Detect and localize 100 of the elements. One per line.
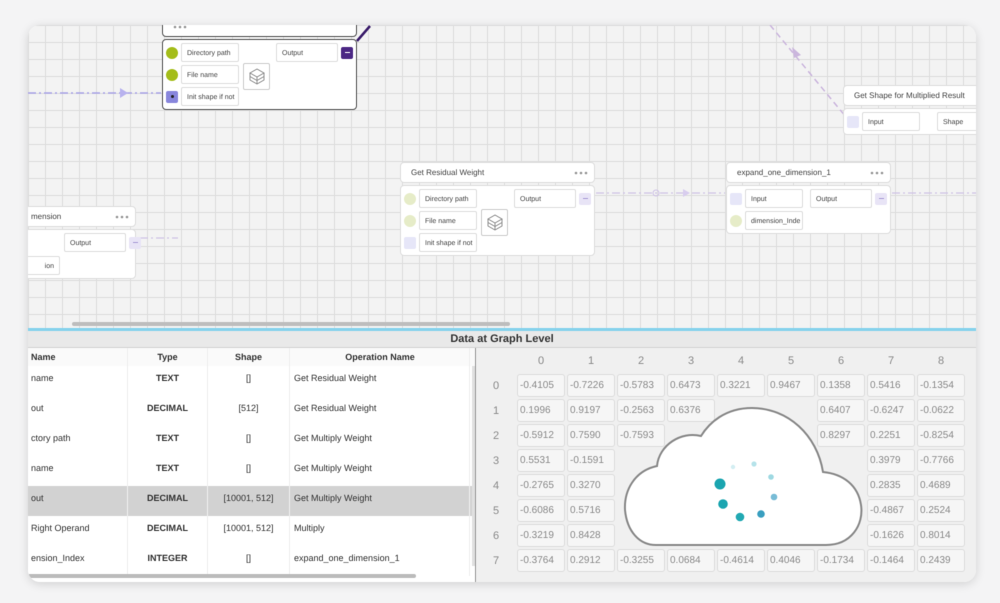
- vertical-scrollbar[interactable]: [472, 366, 475, 566]
- node-title: Get Shape for Multiplied Result: [854, 91, 965, 100]
- matrix-cell: 0.1358: [817, 374, 865, 397]
- horizontal-scrollbar[interactable]: [28, 574, 416, 578]
- table-cell: Get Residual Weight: [290, 366, 470, 396]
- column-header[interactable]: Type: [128, 348, 208, 366]
- table-cell: []: [208, 366, 290, 396]
- matrix-cell: -0.0622: [917, 399, 965, 422]
- matrix-cell: 0.3221: [717, 374, 765, 397]
- input-port[interactable]: [166, 90, 178, 102]
- more-icon[interactable]: [115, 214, 129, 218]
- matrix-cell: -0.1591: [567, 449, 615, 472]
- matrix-cell: -0.2765: [517, 474, 565, 497]
- row-index: 4: [492, 478, 500, 494]
- row-index: 0: [492, 378, 500, 394]
- matrix-cell: 0.8297: [817, 424, 865, 447]
- table-cell: Right Operand: [28, 516, 128, 546]
- matrix-cell: 0.5531: [517, 449, 565, 472]
- table-cell: DECIMAL: [128, 486, 208, 516]
- column-index: 0: [536, 354, 546, 368]
- input-port[interactable]: [166, 68, 178, 80]
- column-index: 7: [886, 354, 896, 368]
- more-icon[interactable]: [870, 170, 884, 174]
- table-cell: ctory path: [28, 426, 128, 456]
- cube-icon: [481, 209, 508, 236]
- matrix-cell: -0.5912: [517, 424, 565, 447]
- matrix-cell: 0.8428: [567, 524, 615, 547]
- matrix-cell: -0.2563: [617, 399, 665, 422]
- matrix-cell: 0.3270: [567, 474, 615, 497]
- column-index: 1: [586, 354, 596, 368]
- output-port[interactable]: [341, 46, 353, 58]
- matrix-cell: 0.2912: [567, 549, 615, 572]
- cube-icon: [243, 63, 270, 90]
- column-index: 6: [836, 354, 846, 368]
- node-header[interactable]: mension: [28, 206, 136, 227]
- column-index: 4: [736, 354, 746, 368]
- input-port[interactable]: [404, 214, 416, 226]
- matrix-cell: 0.6376: [667, 399, 715, 422]
- matrix-cell: -0.4867: [867, 499, 915, 522]
- table-cell: TEXT: [128, 366, 208, 396]
- row-index: 5: [492, 504, 500, 518]
- node-header[interactable]: Get Shape for Multiplied Result: [843, 85, 976, 106]
- table-cell: [10001, 512]: [208, 486, 290, 516]
- matrix-cell: 0.8014: [917, 524, 965, 547]
- row-index: 2: [492, 428, 500, 444]
- matrix-cell: 0.2251: [867, 424, 915, 447]
- matrix-cell: -0.7593: [617, 424, 665, 447]
- column-header[interactable]: Name: [28, 348, 128, 366]
- more-icon[interactable]: [574, 170, 588, 174]
- input-port[interactable]: [730, 214, 742, 226]
- table-cell: DECIMAL: [128, 516, 208, 546]
- matrix-cell: -0.1354: [917, 374, 965, 397]
- input-port[interactable]: [404, 192, 416, 204]
- input-port[interactable]: [847, 116, 859, 128]
- matrix-cell: -0.1734: [817, 549, 865, 572]
- horizontal-scrollbar[interactable]: [72, 322, 510, 326]
- row-index: 6: [492, 528, 500, 544]
- more-icon[interactable]: [173, 25, 187, 28]
- table-cell: Get Residual Weight: [290, 396, 470, 426]
- table-cell: []: [208, 426, 290, 456]
- input-port[interactable]: [730, 192, 742, 204]
- column-index: 8: [936, 354, 946, 368]
- table-row[interactable]: out DECIMAL [512] Get Residual Weight: [28, 396, 475, 426]
- column-index: 2: [636, 354, 646, 368]
- matrix-cell: -0.7766: [917, 449, 965, 472]
- matrix-cell: 0.6407: [817, 399, 865, 422]
- matrix-cell: -0.1626: [867, 524, 915, 547]
- matrix-cell: -0.3764: [517, 549, 565, 572]
- table-cell: name: [28, 366, 128, 396]
- matrix-cell: 0.0684: [667, 549, 715, 572]
- matrix-cell: -0.8254: [917, 424, 965, 447]
- input-port[interactable]: [166, 46, 178, 58]
- table-cell: TEXT: [128, 426, 208, 456]
- column-header[interactable]: Operation Name: [290, 348, 470, 366]
- table-cell: Get Multiply Weight: [290, 426, 470, 456]
- matrix-cell: 0.6473: [667, 374, 715, 397]
- table-row[interactable]: out DECIMAL [10001, 512] Get Multiply Weight: [28, 486, 475, 516]
- matrix-cell: 0.2524: [917, 499, 965, 522]
- node-header[interactable]: Get Residual Weight: [400, 162, 595, 183]
- table-cell: Get Multiply Weight: [290, 486, 470, 516]
- input-port[interactable]: [404, 236, 416, 248]
- matrix-cell: 0.9467: [767, 374, 815, 397]
- matrix-cell: 0.4689: [917, 474, 965, 497]
- column-header[interactable]: Shape: [208, 348, 290, 366]
- matrix-cell: 0.7590: [567, 424, 615, 447]
- table-cell: [512]: [208, 396, 290, 426]
- connector-line: [140, 237, 178, 239]
- table-row[interactable]: ctory path TEXT [] Get Multiply Weight: [28, 426, 475, 456]
- table-row[interactable]: name TEXT [] Get Residual Weight: [28, 366, 475, 396]
- table-cell: DECIMAL: [128, 396, 208, 426]
- row-index: 3: [492, 454, 500, 468]
- matrix-cell: 0.5716: [567, 499, 615, 522]
- node-title: expand_one_dimension_1: [737, 168, 831, 177]
- column-index: 5: [786, 354, 796, 368]
- table-row[interactable]: Right Operand DECIMAL [10001, 512] Multiply: [28, 516, 475, 546]
- matrix-cell: -0.6086: [517, 499, 565, 522]
- table-cell: Multiply: [290, 516, 470, 546]
- node-header[interactable]: expand_one_dimension_1: [726, 162, 891, 183]
- matrix-cell: 0.3979: [867, 449, 915, 472]
- node-title: mension: [30, 212, 62, 221]
